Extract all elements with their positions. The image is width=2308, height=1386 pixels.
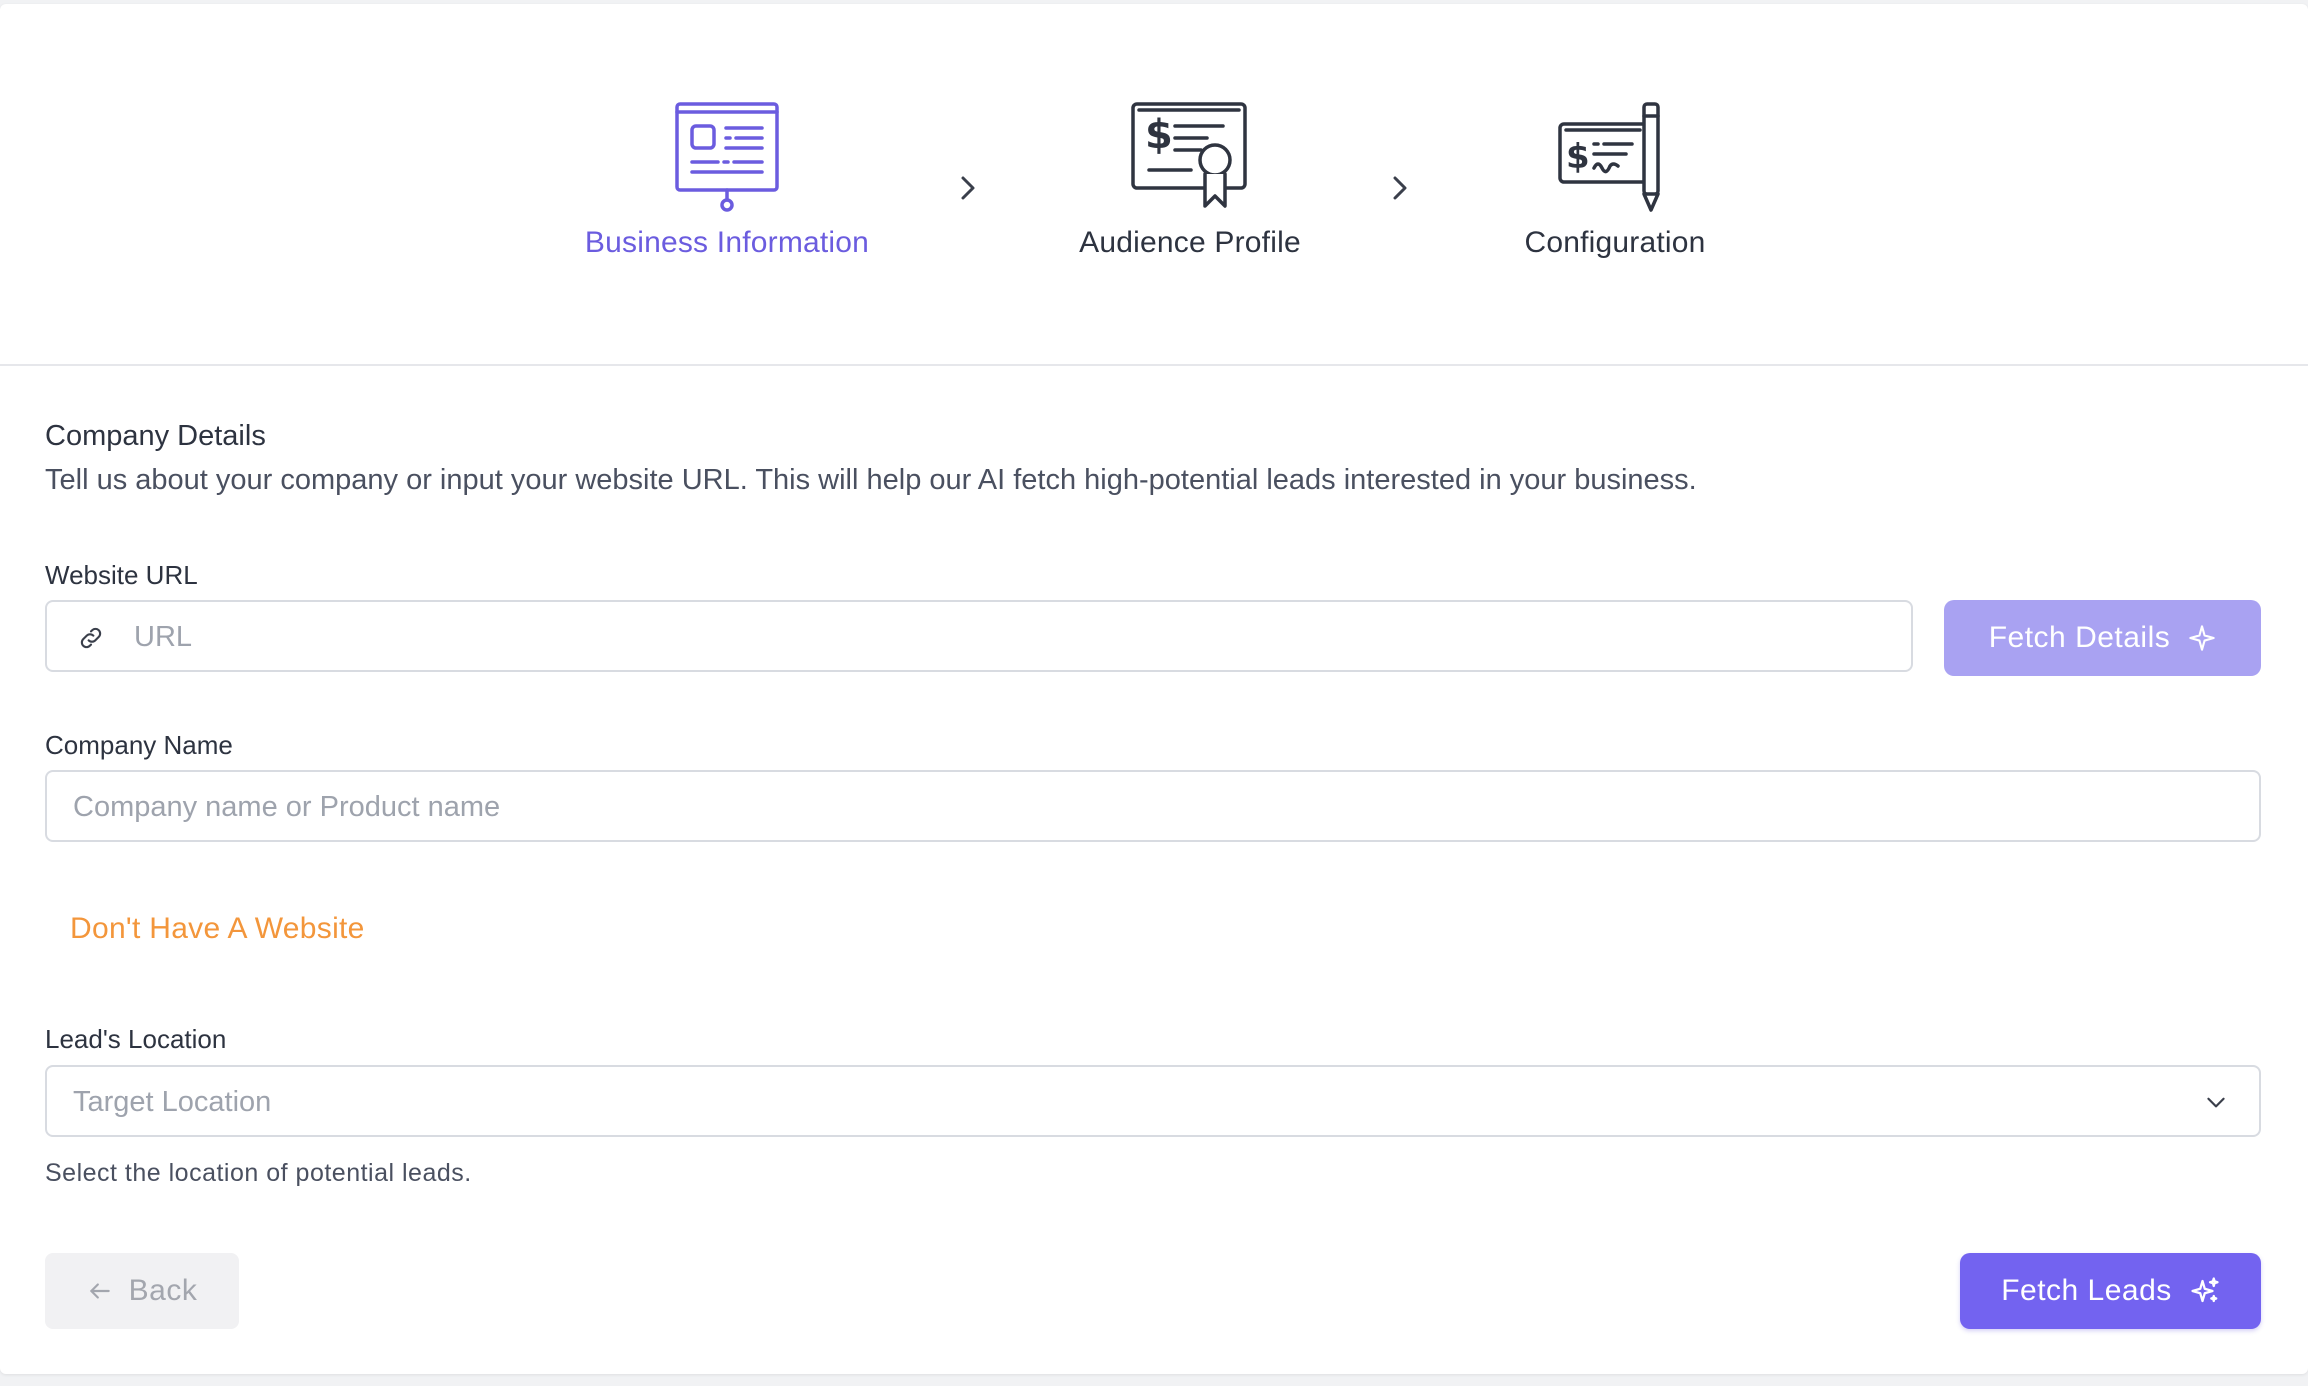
company-name-input[interactable]: Company name or Product name: [45, 770, 2261, 842]
website-url-placeholder: URL: [134, 621, 193, 653]
stepper: Business Information $ Audience Profile …: [0, 4, 2308, 366]
fetch-details-button[interactable]: Fetch Details: [1944, 600, 2261, 676]
lead-location-label: Lead's Location: [45, 1024, 227, 1054]
link-icon: [80, 627, 102, 649]
check-pen-icon: $: [1550, 96, 1680, 214]
fetch-details-label: Fetch Details: [1988, 621, 2171, 654]
sparkles-icon: [2191, 1277, 2219, 1303]
presentation-board-icon: [662, 96, 792, 214]
step-business-information[interactable]: Business Information: [557, 96, 897, 260]
chevron-right-icon: [961, 176, 975, 200]
back-label: Back: [128, 1274, 198, 1307]
step-label: Configuration: [1524, 226, 1706, 259]
no-website-link[interactable]: Don't Have A Website: [70, 912, 365, 946]
sparkle-icon: [2189, 625, 2215, 651]
step-label: Business Information: [584, 226, 870, 259]
website-url-input[interactable]: URL: [45, 600, 1913, 672]
lead-location-help: Select the location of potential leads.: [45, 1159, 472, 1187]
svg-text:$: $: [1566, 137, 1590, 177]
step-audience-profile[interactable]: $ Audience Profile: [1020, 96, 1360, 260]
company-name-placeholder: Company name or Product name: [73, 791, 501, 823]
form-card: Business Information $ Audience Profile …: [0, 4, 2308, 1374]
certificate-icon: $: [1125, 96, 1255, 214]
step-label: Audience Profile: [1079, 226, 1301, 259]
arrow-left-icon: [89, 1283, 110, 1299]
back-button[interactable]: Back: [45, 1253, 239, 1329]
fetch-leads-button[interactable]: Fetch Leads: [1960, 1253, 2261, 1329]
section-description: Tell us about your company or input your…: [45, 464, 1697, 496]
website-url-label: Website URL: [45, 560, 198, 590]
fetch-leads-label: Fetch Leads: [2001, 1274, 2172, 1307]
step-configuration[interactable]: $ Configuration: [1445, 96, 1785, 260]
section-title: Company Details: [45, 420, 266, 452]
lead-location-select[interactable]: Target Location: [45, 1065, 2261, 1137]
company-name-label: Company Name: [45, 730, 233, 760]
chevron-down-icon: [2207, 1097, 2225, 1108]
svg-text:$: $: [1145, 112, 1173, 158]
chevron-right-icon: [1393, 176, 1407, 200]
lead-location-placeholder: Target Location: [73, 1086, 272, 1118]
